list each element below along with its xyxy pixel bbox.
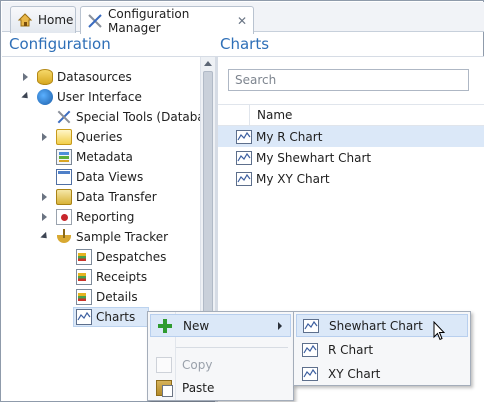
grid-row[interactable]: My R Chart — [218, 126, 484, 147]
data-transfer-icon — [56, 189, 72, 205]
tree-item-user-interface[interactable]: User Interface — [21, 87, 142, 107]
scroll-thumb[interactable] — [203, 71, 213, 331]
grid-row-label: My R Chart — [256, 129, 323, 144]
queries-icon — [56, 129, 72, 145]
paste-icon — [156, 379, 173, 397]
tree-item-label: Metadata — [76, 150, 133, 164]
tree-item-special-tools[interactable]: Special Tools (Database — [56, 107, 218, 127]
chart-icon — [302, 366, 318, 381]
chart-icon — [236, 150, 252, 165]
grid-row-label: My XY Chart — [256, 171, 330, 186]
chart-icon — [303, 318, 319, 333]
tools-icon — [56, 109, 72, 125]
column-divider — [249, 105, 250, 127]
chart-icon — [302, 342, 318, 357]
close-icon[interactable]: ✕ — [237, 14, 247, 28]
home-icon — [17, 12, 33, 28]
tree-item-label: Reporting — [76, 210, 135, 224]
charts-title: Charts — [220, 35, 270, 53]
menu-item-new[interactable]: New — [150, 314, 291, 337]
expand-arrow-icon[interactable] — [21, 72, 31, 82]
chart-icon — [236, 171, 252, 186]
tree-item-queries[interactable]: Queries — [40, 127, 122, 147]
menu-item-label: Copy — [182, 357, 213, 372]
tree-item-details[interactable]: Details — [76, 287, 138, 307]
submenu-item-r-chart[interactable]: R Chart — [296, 338, 468, 361]
expand-arrow-icon[interactable] — [40, 132, 50, 142]
chart-icon — [76, 309, 92, 325]
data-views-icon — [56, 169, 72, 185]
form-icon — [76, 249, 92, 265]
tree-item-receipts[interactable]: Receipts — [76, 267, 147, 287]
tree-item-label: Despatches — [96, 250, 167, 264]
search-input[interactable]: Search — [228, 69, 469, 91]
tree-item-label: User Interface — [57, 90, 142, 104]
tree-item-label: Charts — [96, 310, 136, 324]
sample-tracker-icon — [56, 229, 72, 245]
tab-bar: Home Configuration Manager ✕ — [2, 2, 484, 35]
metadata-icon — [56, 149, 72, 165]
submenu-arrow-icon — [278, 322, 282, 330]
chart-icon — [236, 129, 252, 144]
tree-item-label: Sample Tracker — [76, 230, 169, 244]
menu-item-paste[interactable]: Paste — [150, 376, 291, 399]
form-icon — [76, 289, 92, 305]
app-window: Home Configuration Manager ✕ Configurati… — [0, 0, 484, 402]
configuration-title: Configuration — [9, 35, 111, 53]
grid-row-label: My Shewhart Chart — [256, 150, 372, 165]
expand-arrow-icon[interactable] — [40, 192, 50, 202]
submenu-item-xy-chart[interactable]: XY Chart — [296, 362, 468, 385]
grid-row[interactable]: My Shewhart Chart — [218, 147, 484, 168]
menu-separator — [176, 347, 288, 348]
expand-arrow-icon[interactable] — [40, 212, 50, 222]
tools-icon — [87, 13, 103, 29]
collapse-arrow-icon[interactable] — [21, 92, 31, 102]
context-menu: New Copy Paste — [147, 311, 294, 401]
mouse-cursor-icon — [433, 321, 445, 341]
tree-item-reporting[interactable]: Reporting — [40, 207, 134, 227]
user-interface-icon — [37, 89, 53, 105]
menu-item-label: Paste — [182, 380, 215, 395]
reporting-icon — [56, 209, 72, 225]
datasource-icon — [37, 69, 53, 85]
tree-item-metadata[interactable]: Metadata — [56, 147, 133, 167]
grid-row[interactable]: My XY Chart — [218, 168, 484, 189]
tree-item-label: Receipts — [96, 270, 148, 284]
grid-header: Name — [218, 104, 484, 127]
tree-item-label: Datasources — [57, 70, 132, 84]
tree-item-data-views[interactable]: Data Views — [56, 167, 143, 187]
scroll-up-icon[interactable] — [204, 61, 212, 66]
collapse-arrow-icon[interactable] — [40, 232, 50, 242]
tree-item-label: Queries — [76, 130, 123, 144]
form-icon — [76, 269, 92, 285]
copy-icon — [156, 356, 172, 373]
tree-item-charts[interactable]: Charts — [73, 307, 149, 327]
tree-scrollbar[interactable] — [200, 57, 215, 347]
menu-item-copy[interactable]: Copy — [150, 353, 291, 376]
tree-item-label: Data Views — [76, 170, 144, 184]
tree-item-datasources[interactable]: Datasources — [21, 67, 132, 87]
tree-item-despatches[interactable]: Despatches — [76, 247, 166, 267]
tab-home[interactable]: Home — [10, 6, 76, 33]
tab-configuration-manager-label: Configuration Manager — [108, 6, 190, 35]
tree-item-data-transfer[interactable]: Data Transfer — [40, 187, 157, 207]
tree-item-sample-tracker[interactable]: Sample Tracker — [40, 227, 168, 247]
column-header-name[interactable]: Name — [257, 108, 292, 122]
tab-home-label: Home — [38, 13, 74, 27]
tree-item-label: Details — [96, 290, 138, 304]
menu-item-label: R Chart — [328, 342, 374, 357]
tree-item-label: Data Transfer — [76, 190, 157, 204]
tree-item-label: Special Tools (Database — [76, 110, 219, 124]
menu-item-label: XY Chart — [328, 366, 381, 381]
plus-icon — [157, 318, 173, 334]
tab-configuration-manager[interactable]: Configuration Manager ✕ — [80, 6, 254, 35]
menu-item-label: New — [183, 318, 210, 333]
menu-item-label: Shewhart Chart — [329, 318, 423, 333]
